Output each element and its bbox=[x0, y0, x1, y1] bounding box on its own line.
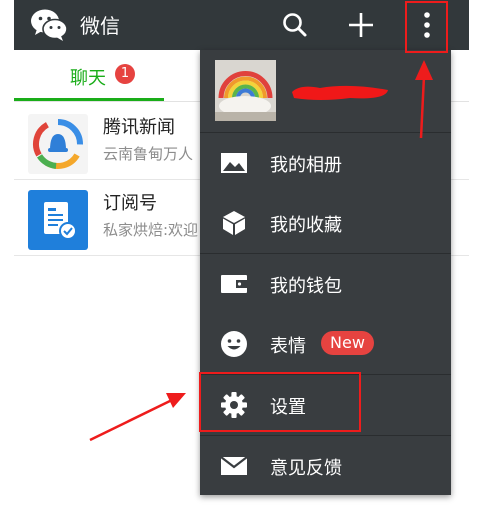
smiley-icon bbox=[221, 331, 247, 357]
new-badge: New bbox=[321, 331, 374, 355]
menu-item-album[interactable]: 我的相册 bbox=[200, 133, 451, 193]
menu-item-favorites[interactable]: 我的收藏 bbox=[200, 193, 451, 253]
tencent-news-icon bbox=[28, 114, 88, 174]
redacted-username bbox=[292, 85, 388, 100]
chat-preview: 云南鲁甸万人 bbox=[103, 145, 194, 163]
search-icon[interactable] bbox=[278, 8, 312, 42]
album-icon bbox=[221, 153, 247, 173]
envelope-icon bbox=[220, 456, 248, 475]
menu-item-label: 我的相册 bbox=[270, 155, 342, 176]
unread-badge: 1 bbox=[115, 64, 135, 84]
app-title: 微信 bbox=[80, 14, 120, 38]
profile-avatar bbox=[215, 60, 276, 121]
profile-header[interactable] bbox=[200, 50, 451, 132]
tab-chat-label: 聊天 bbox=[70, 68, 106, 89]
menu-item-feedback[interactable]: 意见反馈 bbox=[200, 436, 451, 496]
plus-icon[interactable] bbox=[344, 8, 378, 42]
wechat-logo-icon bbox=[31, 9, 68, 41]
app-bar: 微信 bbox=[14, 0, 469, 50]
subscription-icon bbox=[28, 190, 88, 250]
menu-item-label: 我的钱包 bbox=[270, 276, 342, 297]
menu-item-stickers[interactable]: 表情 New bbox=[200, 314, 451, 374]
annotation-arrow-settings bbox=[89, 393, 186, 442]
menu-item-wallet[interactable]: 我的钱包 bbox=[200, 254, 451, 314]
chat-name: 订阅号 bbox=[103, 193, 157, 214]
menu-item-label: 表情 bbox=[270, 336, 306, 357]
annotation-highlight-settings bbox=[199, 372, 361, 432]
wallet-icon bbox=[221, 275, 247, 293]
favorites-cube-icon bbox=[223, 211, 245, 235]
annotation-highlight-more bbox=[405, 1, 448, 53]
menu-item-label: 我的收藏 bbox=[270, 215, 342, 236]
chat-name: 腾讯新闻 bbox=[103, 117, 175, 138]
tab-chat[interactable]: 聊天 1 bbox=[14, 50, 164, 102]
menu-item-label: 意见反馈 bbox=[270, 458, 342, 479]
chat-preview: 私家烘焙:欢迎 bbox=[103, 221, 199, 239]
